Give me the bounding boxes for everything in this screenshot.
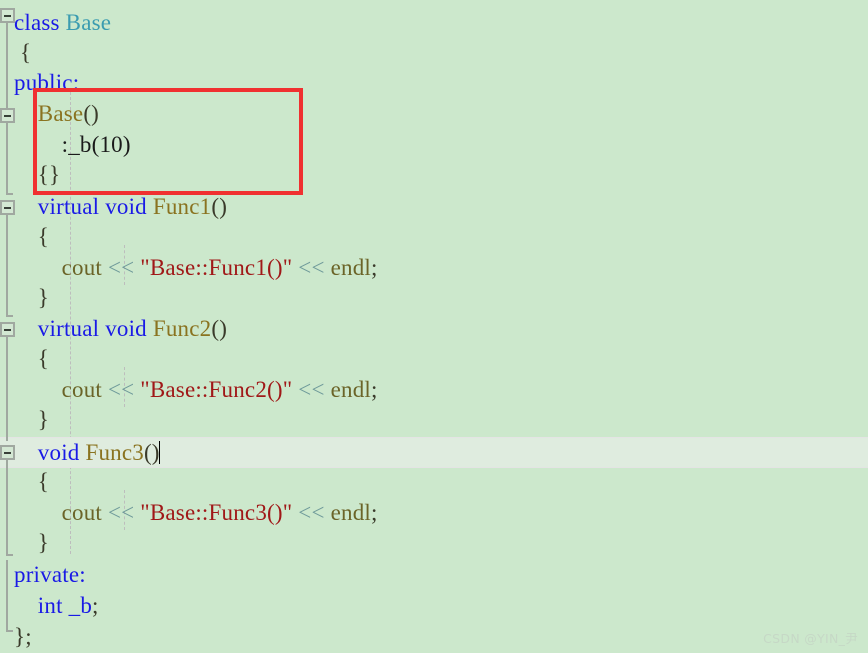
code-editor[interactable]: class Base {public: Base() :_b(10) {} vi… <box>0 0 868 653</box>
token-str: "Base::Func1()" <box>140 255 293 280</box>
fold-tree-line <box>6 23 8 115</box>
fold-gutter[interactable] <box>0 0 26 653</box>
fold-tree-line <box>6 215 8 317</box>
token-id: cout <box>14 255 108 280</box>
token-id: cout <box>14 500 108 525</box>
fold-collapse-icon[interactable] <box>0 108 15 123</box>
token-id: endl <box>330 377 371 402</box>
token-fn: Func2 <box>152 316 212 341</box>
code-line[interactable]: {} <box>0 160 868 191</box>
code-line[interactable]: } <box>0 283 868 314</box>
token-punct: ; <box>371 255 378 280</box>
code-line[interactable]: virtual void Func1() <box>0 192 868 223</box>
code-line[interactable]: { <box>0 467 868 498</box>
fold-tree-end <box>6 193 13 195</box>
code-line[interactable]: } <box>0 405 868 436</box>
code-line[interactable]: virtual void Func2() <box>0 314 868 345</box>
token-punct: () <box>211 194 228 219</box>
token-id: endl <box>330 500 371 525</box>
token-fn: Func1 <box>152 194 212 219</box>
fold-tree-end <box>6 554 13 556</box>
fold-tree-line <box>6 337 8 441</box>
code-line-current[interactable]: void Func3() <box>0 437 868 468</box>
token-op: << <box>107 255 135 280</box>
token-punct: () <box>211 316 228 341</box>
fold-tree-end <box>6 630 13 632</box>
token-str: "Base::Func3()" <box>140 500 293 525</box>
fold-tree-line <box>6 560 8 632</box>
fold-collapse-icon[interactable] <box>0 322 15 337</box>
token-plain: :_b(10) <box>14 132 131 157</box>
code-line[interactable]: cout << "Base::Func2()" << endl; <box>0 375 868 406</box>
code-line[interactable]: public: <box>0 68 868 99</box>
token-punct: ; <box>92 593 99 618</box>
code-line[interactable]: private: <box>0 560 868 591</box>
token-op: << <box>298 500 325 525</box>
code-line[interactable]: { <box>0 222 868 253</box>
token-str: "Base::Func2()" <box>140 377 293 402</box>
code-lines[interactable]: class Base {public: Base() :_b(10) {} vi… <box>0 0 868 653</box>
code-line-text: cout << "Base::Func1()" << endl; <box>0 253 378 284</box>
text-caret <box>158 441 160 464</box>
fold-tree-end <box>6 315 13 317</box>
token-kw: _b <box>68 593 93 618</box>
token-punct: ; <box>371 377 378 402</box>
code-line[interactable]: } <box>0 528 868 559</box>
fold-tree-line <box>6 123 8 195</box>
fold-tree-line <box>6 460 8 556</box>
token-op: << <box>298 255 325 280</box>
token-kw: virtual void <box>14 194 153 219</box>
fold-collapse-icon[interactable] <box>0 200 15 215</box>
code-line[interactable]: cout << "Base::Func3()" << endl; <box>0 498 868 529</box>
token-punct: ; <box>371 500 378 525</box>
token-punct: () <box>143 440 160 465</box>
code-line[interactable]: { <box>0 38 868 69</box>
token-op: << <box>107 500 135 525</box>
code-line[interactable]: class Base <box>0 8 868 39</box>
token-op: << <box>298 377 325 402</box>
code-line[interactable]: { <box>0 344 868 375</box>
fold-collapse-icon[interactable] <box>0 8 15 23</box>
fold-collapse-icon[interactable] <box>0 445 15 460</box>
code-line-text: virtual void Func1() <box>0 192 227 223</box>
token-kw: virtual void <box>14 316 153 341</box>
code-line-text: cout << "Base::Func2()" << endl; <box>0 375 378 406</box>
token-id: endl <box>330 255 371 280</box>
code-line[interactable]: }; <box>0 622 868 653</box>
code-line-text: virtual void Func2() <box>0 314 227 345</box>
code-line-text: cout << "Base::Func3()" << endl; <box>0 498 378 529</box>
code-line[interactable]: :_b(10) <box>0 130 868 161</box>
code-line[interactable]: Base() <box>0 99 868 130</box>
token-type: Base <box>65 10 112 35</box>
token-fn: Func3 <box>85 440 144 465</box>
code-line[interactable]: cout << "Base::Func1()" << endl; <box>0 253 868 284</box>
token-punct: () <box>83 101 100 126</box>
watermark-text: CSDN @YIN_尹 <box>763 631 858 646</box>
code-line[interactable]: int _b; <box>0 591 868 622</box>
token-id: cout <box>14 377 108 402</box>
token-op: << <box>107 377 135 402</box>
